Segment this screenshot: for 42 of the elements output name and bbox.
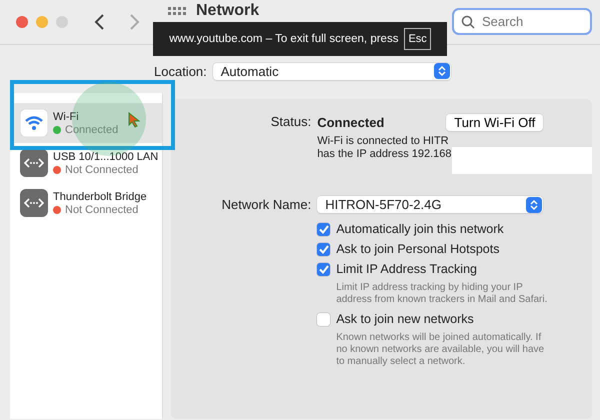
window-title: Network — [196, 2, 260, 20]
sidebar-item[interactable]: USB 10/1...1000 LAN Not Connected — [10, 143, 162, 183]
checkbox[interactable] — [317, 312, 330, 326]
banner-text: www.youtube.com – To exit full screen, press — [169, 33, 398, 45]
status-description: Wi-Fi is connected to HITR — [317, 135, 450, 148]
forward-icon[interactable] — [128, 13, 140, 31]
grid-icon[interactable] — [168, 7, 186, 15]
location-dropdown[interactable]: Automatic — [212, 62, 451, 80]
sidebar-item[interactable]: Thunderbolt Bridge Not Connected — [10, 183, 162, 223]
option-description: Known networks will be joined automatically. If no known networks are available, you will have to manually select a network. — [336, 332, 546, 368]
network-port-icon — [20, 189, 48, 217]
status-text: Connected — [65, 124, 118, 136]
turn-wifi-off-button[interactable]: Turn Wi-Fi Off — [446, 114, 544, 130]
status-label: Status: — [270, 113, 312, 131]
location-label: Location: — [154, 64, 207, 78]
checkbox[interactable] — [317, 262, 330, 276]
esc-key: Esc — [404, 28, 431, 50]
option-label: Automatically join this network — [336, 222, 504, 236]
option-label: Ask to join Personal Hotspots — [336, 242, 500, 256]
close-light[interactable] — [16, 16, 28, 28]
stepper-icon — [434, 63, 450, 79]
checkmark-icon — [318, 264, 329, 274]
checkmark-icon — [318, 224, 329, 234]
checkbox[interactable] — [317, 222, 330, 236]
stepper-icon — [526, 196, 542, 212]
status-value: Connected — [317, 114, 384, 130]
status-text: Not Connected — [65, 204, 138, 216]
wifi-icon — [20, 109, 48, 137]
network-name-label: Network Name: — [220, 196, 312, 214]
network-port-icon — [20, 149, 48, 177]
status-description: has the IP address 192.168 — [317, 148, 452, 161]
option-description: Limit IP address tracking by hiding your IP address from known trackers in Mail and Safari. — [336, 282, 548, 306]
option-label: Ask to join new networks — [336, 312, 474, 326]
search-field[interactable]: Search — [452, 8, 592, 35]
cursor-icon — [128, 112, 140, 128]
checkmark-icon — [318, 244, 329, 254]
network-name-dropdown[interactable]: HITRON-5F70-2.4G — [317, 196, 544, 213]
status-text: Not Connected — [65, 164, 138, 176]
option-label: Limit IP Address Tracking — [336, 262, 477, 276]
search-icon — [461, 15, 475, 29]
checkbox[interactable] — [317, 242, 330, 256]
back-icon[interactable] — [94, 13, 106, 31]
